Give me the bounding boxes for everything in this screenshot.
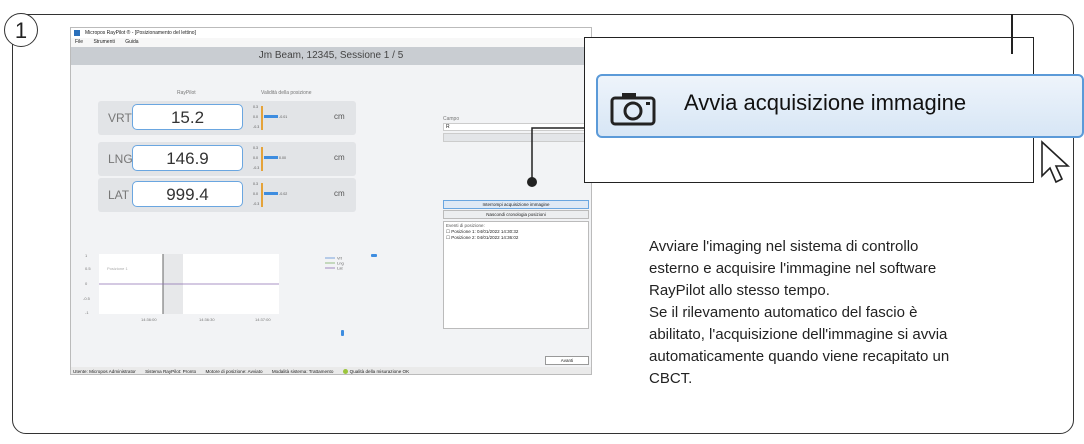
gauge-mid: 0.0 xyxy=(253,115,258,119)
description-line: automaticamente quando viene recapitato … xyxy=(649,348,950,365)
unit-label: cm xyxy=(334,112,345,121)
gauge-bottom: -0.3 xyxy=(253,125,260,129)
description-line: abilitato, l'acquisizione dell'immagine … xyxy=(649,326,948,343)
row-label: VRT xyxy=(108,111,132,125)
event-text: Posizione 1: 04/01/2022 14:30:32 xyxy=(451,229,519,234)
gauge-bar xyxy=(261,147,263,171)
gauge-delta: 0.00 xyxy=(279,156,286,160)
menu-strumenti[interactable]: Strumenti xyxy=(93,39,114,45)
menu-bar: File Strumenti Guida xyxy=(71,38,591,47)
next-button[interactable]: Avanti xyxy=(545,356,589,365)
unit-label: cm xyxy=(334,189,345,198)
y-tick: -0.5 xyxy=(83,296,91,301)
disabled-action-button xyxy=(443,133,589,142)
session-header: Jm Beam, 12345, Sessione 1 / 5 xyxy=(71,47,591,65)
campo-label: Campo xyxy=(443,116,460,122)
gauge-bottom: -0.3 xyxy=(253,166,260,170)
event-item[interactable]: ☐ Posizione 2: 04/01/2022 14:36:02 xyxy=(444,235,588,241)
gauge-pointer xyxy=(264,115,278,118)
position-history-chart: Posizione 1 1 0.5 0 -0.5 -1 14:36:00 14:… xyxy=(83,253,377,336)
gauge-top: 0.3 xyxy=(253,146,258,150)
raypilot-column-label: RayPilot xyxy=(177,90,196,96)
gauge-top: 0.3 xyxy=(253,105,258,109)
validity-gauge: 0.3 0.0 -0.3 -0.02 xyxy=(253,182,295,208)
position-row-vrt: VRT 15.2 0.3 0.0 -0.3 -0.01 cm xyxy=(98,101,356,135)
validity-gauge: 0.3 0.0 -0.3 0.00 xyxy=(253,146,295,172)
gauge-mid: 0.0 xyxy=(253,192,258,196)
chart-annotation: Posizione 1 xyxy=(107,266,128,271)
position-row-lat: LAT 999.4 0.3 0.0 -0.3 -0.02 cm xyxy=(98,178,356,212)
description-line: RayPilot allo stesso tempo. xyxy=(649,282,830,299)
status-bar: Utente: Micropos Administrator Sistema R… xyxy=(71,367,591,374)
start-image-capture-label: Avvia acquisizione immagine xyxy=(684,90,967,115)
gauge-mid: 0.0 xyxy=(253,156,258,160)
gauge-delta: -0.01 xyxy=(279,115,288,119)
description-line: esterno e acquisire l'immagine nel softw… xyxy=(649,260,937,277)
gauge-top: 0.3 xyxy=(253,182,258,186)
hide-history-button[interactable]: Nascondi cronologia posizioni xyxy=(443,210,589,219)
camera-icon xyxy=(610,93,656,126)
status-user: Utente: Micropos Administrator xyxy=(73,369,136,374)
position-value: 15.2 xyxy=(132,104,243,130)
stop-capture-button[interactable]: Interrompi acquisizione immagine xyxy=(443,200,589,209)
start-image-capture-button[interactable]: Avvia acquisizione immagine xyxy=(596,74,1084,138)
position-value: 999.4 xyxy=(132,181,243,207)
position-events-list: Eventi di posizione: ☐ Posizione 1: 04/0… xyxy=(443,221,589,329)
app-icon xyxy=(74,30,80,36)
step-number-badge: 1 xyxy=(4,13,38,47)
row-label: LAT xyxy=(108,188,130,202)
x-tick: 14:36:30 xyxy=(199,317,215,322)
event-text: Posizione 2: 04/01/2022 14:36:02 xyxy=(451,235,519,240)
scroll-slider-handle[interactable] xyxy=(341,330,344,336)
menu-file[interactable]: File xyxy=(75,39,83,45)
status-quality-icon xyxy=(342,369,348,374)
description-line: CBCT. xyxy=(649,370,693,387)
mouse-pointer-icon xyxy=(1041,140,1071,184)
gauge-pointer xyxy=(264,192,278,195)
window-title: Micropos RayPilot ® - [Posizionamento de… xyxy=(85,30,196,36)
raypilot-window: Micropos RayPilot ® - [Posizionamento de… xyxy=(70,27,592,375)
gauge-bar xyxy=(261,106,263,130)
campo-field[interactable]: R xyxy=(443,123,589,131)
status-quality: Qualità della misurazione OK xyxy=(349,369,410,374)
step-description: Avviare l'imaging nel sistema di control… xyxy=(649,236,1069,390)
status-mode: Modalità sistema: Trattamento xyxy=(271,369,334,374)
unit-label: cm xyxy=(334,153,345,162)
x-tick: 14:36:00 xyxy=(141,317,157,322)
validity-column-label: Validità della posizione xyxy=(261,90,312,96)
status-system: Sistema RayPilot: Pronto xyxy=(145,369,197,374)
description-line: Se il rilevamento automatico del fascio … xyxy=(649,304,918,321)
row-label: LNG xyxy=(108,152,133,166)
gauge-delta: -0.02 xyxy=(279,192,288,196)
y-tick: 0.5 xyxy=(85,266,91,271)
x-tick: 14:37:00 xyxy=(255,317,271,322)
y-tick: 0 xyxy=(85,281,88,286)
gauge-bottom: -0.3 xyxy=(253,202,260,206)
menu-guida[interactable]: Guida xyxy=(125,39,138,45)
description-line: Avviare l'imaging nel sistema di control… xyxy=(649,238,919,255)
zoom-slider-handle[interactable] xyxy=(371,254,377,257)
callout-edge-line xyxy=(1011,14,1013,54)
legend-lat: Lat xyxy=(337,266,343,271)
position-value: 146.9 xyxy=(132,145,243,171)
validity-gauge: 0.3 0.0 -0.3 -0.01 xyxy=(253,105,295,131)
events-label: Eventi di posizione: xyxy=(446,223,485,228)
gauge-pointer xyxy=(264,156,278,159)
window-titlebar: Micropos RayPilot ® - [Posizionamento de… xyxy=(71,28,591,38)
gauge-bar xyxy=(261,183,263,207)
y-tick: -1 xyxy=(85,310,89,315)
status-motor: Motore di posizione: Avviato xyxy=(205,369,263,374)
position-row-lng: LNG 146.9 0.3 0.0 -0.3 0.00 cm xyxy=(98,142,356,176)
y-tick: 1 xyxy=(85,253,88,258)
